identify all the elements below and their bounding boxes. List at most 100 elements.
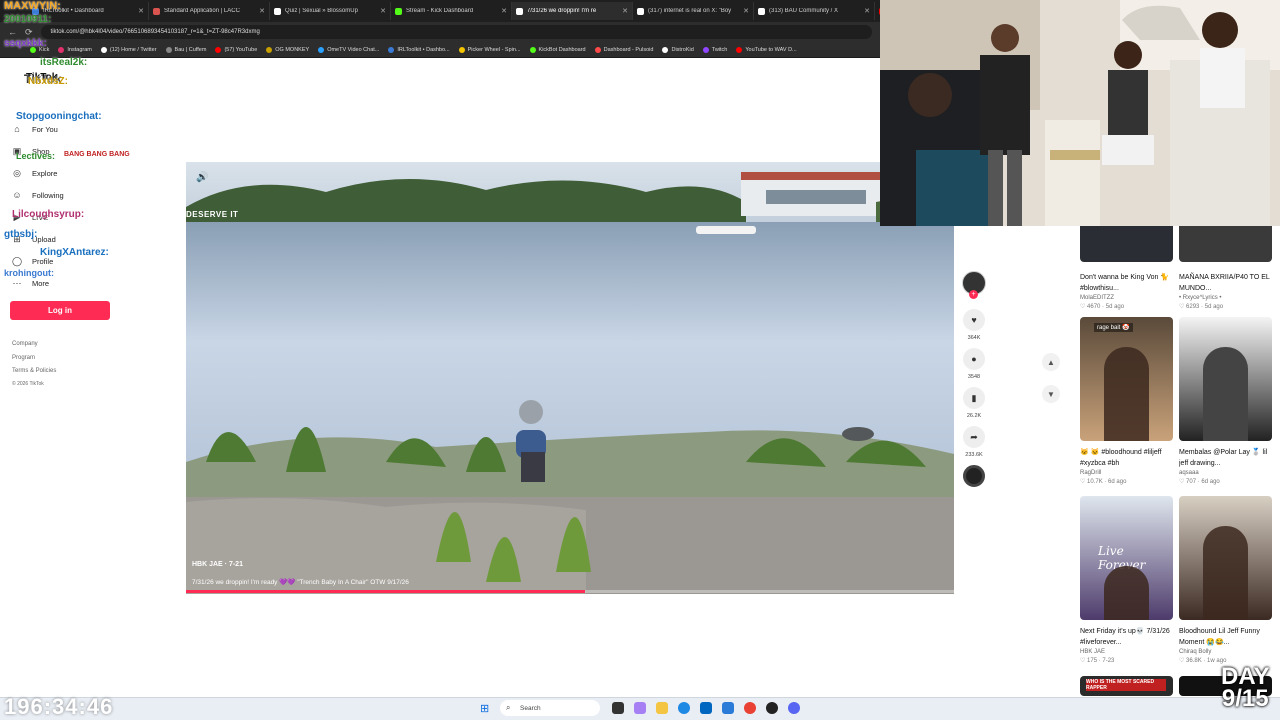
- bookmark-label: YouTube to WAV D...: [745, 46, 797, 53]
- recommended-video-card[interactable]: Live Forever Next Friday it's up💀 7/31/26…: [1080, 496, 1173, 664]
- video-card-author[interactable]: Chiraq Bolly: [1179, 649, 1272, 655]
- video-author[interactable]: HBK JAE · 7-21: [192, 561, 243, 568]
- bookmark-item[interactable]: YouTube to WAV D...: [736, 46, 797, 53]
- bookmark-label: KickBot Dashboard: [538, 46, 586, 53]
- video-card-author[interactable]: HBK JAE: [1080, 649, 1173, 655]
- windows-start-icon[interactable]: ⊞: [480, 702, 489, 715]
- bookmark-icon: [458, 46, 465, 53]
- video-progress-fill: [186, 590, 586, 593]
- bookmarks-bar: Kick Instagram (12) Home / Twitter Bau | Cu…: [0, 42, 880, 58]
- bookmark-item[interactable]: IRLToolkit • Dashbo...: [388, 46, 450, 53]
- footer-link[interactable]: Terms & Policies: [12, 368, 56, 374]
- like-action[interactable]: ♥ 364K: [963, 309, 985, 341]
- video-card-author[interactable]: MolaEDITZZ: [1080, 295, 1173, 301]
- bookmark-item[interactable]: Bau | Cuffem: [165, 46, 206, 53]
- recommended-video-card[interactable]: MAÑANA BXRIIA/P40 TO EL MUNDO... • Rxyce^…: [1179, 266, 1272, 310]
- share-icon[interactable]: ➦: [963, 426, 985, 448]
- bookmark-item[interactable]: Instagram: [58, 46, 92, 53]
- browser-tab[interactable]: Stream - Kick Dashboard ✕: [391, 2, 512, 20]
- video-card-title: MAÑANA BXRIIA/P40 TO EL MUNDO...: [1179, 274, 1270, 292]
- recommended-video-card[interactable]: Membalas @Polar Lay 🥈 lil jeff drawing..…: [1179, 317, 1272, 485]
- video-card-author[interactable]: aqsaaa: [1179, 470, 1272, 476]
- video-thumbnail[interactable]: rage bait 🤡: [1080, 317, 1173, 441]
- volume-icon[interactable]: 🔊: [196, 172, 208, 183]
- obs-icon[interactable]: [766, 702, 778, 714]
- browser-tab[interactable]: (313) BAU Community / X ✕: [754, 2, 875, 20]
- recommended-thumb-crop[interactable]: WHO IS THE MOST SCARED RAPPER: [1080, 676, 1173, 696]
- video-thumbnail[interactable]: [1179, 496, 1272, 620]
- video-overlay-text: DESERVE IT: [186, 210, 239, 219]
- sidebar-item-label: More: [32, 279, 50, 288]
- footer-link[interactable]: Program: [12, 355, 35, 361]
- recommended-video-card[interactable]: rage bait 🤡 🐱 🐱 #bloodhound #liljeff #xyz…: [1080, 317, 1173, 485]
- video-progress-bar[interactable]: [186, 590, 954, 593]
- follow-plus-icon[interactable]: +: [969, 290, 978, 299]
- address-bar[interactable]: tiktok.com/@hbk4l04/video/76651068934541…: [40, 25, 872, 39]
- browser-tab[interactable]: 7/31/26 we droppin! I'm re ✕: [512, 2, 633, 20]
- video-card-author[interactable]: RagDrill: [1080, 470, 1173, 476]
- bookmark-label: DistroKid: [671, 46, 694, 53]
- recommended-thumb-crop[interactable]: [1179, 226, 1272, 262]
- edge-icon[interactable]: [678, 702, 690, 714]
- bookmark-item[interactable]: KickBot Dashboard: [529, 46, 586, 53]
- close-icon[interactable]: ✕: [380, 7, 386, 15]
- chevron-up-icon[interactable]: ▲: [1042, 353, 1060, 371]
- heart-icon[interactable]: ♥: [963, 309, 985, 331]
- bookmark-item[interactable]: OmeTV Video Chat...: [318, 46, 379, 53]
- bookmark-item[interactable]: (57) YouTube: [215, 46, 257, 53]
- sidebar-item-explore[interactable]: ◎ Explore: [12, 168, 57, 179]
- close-icon[interactable]: ✕: [259, 7, 265, 15]
- bookmark-item[interactable]: Twitch: [702, 46, 728, 53]
- video-thumbnail[interactable]: [1179, 317, 1272, 441]
- recommended-video-card[interactable]: Bloodhound Lil Jeff Funny Moment 😭😂... Ch…: [1179, 496, 1272, 664]
- close-icon[interactable]: ✕: [864, 7, 870, 15]
- reload-icon[interactable]: ⟳: [25, 27, 33, 38]
- save-action[interactable]: ▮ 26.2K: [963, 387, 985, 419]
- chat-username: NbxdsZ:: [28, 76, 68, 87]
- bookmark-label: Twitch: [711, 46, 728, 53]
- close-icon[interactable]: ✕: [622, 7, 628, 15]
- taskview-icon[interactable]: [612, 702, 624, 714]
- close-icon[interactable]: ✕: [501, 7, 507, 15]
- video-card-title: Next Friday it's up💀 7/31/26 #liveforeve…: [1080, 628, 1170, 646]
- browser-tab[interactable]: (317) internet is real on X: "Boy ✕: [633, 2, 754, 20]
- store-icon[interactable]: [700, 702, 712, 714]
- login-button[interactable]: Log in: [10, 301, 110, 320]
- taskbar-search[interactable]: ⌕ Search: [500, 700, 600, 716]
- close-icon[interactable]: ✕: [138, 7, 144, 15]
- copilot-icon[interactable]: [634, 702, 646, 714]
- back-icon[interactable]: ←: [8, 27, 17, 37]
- tab-favicon-icon: [516, 7, 523, 15]
- footer-link[interactable]: Company: [12, 341, 38, 347]
- thumbnail-subject: [1203, 526, 1248, 620]
- comment-icon[interactable]: ●: [963, 348, 985, 370]
- discord-icon[interactable]: [788, 702, 800, 714]
- music-disc-icon[interactable]: [963, 465, 985, 487]
- browser-tab[interactable]: Quiz | Sexual » BlossomUp ✕: [270, 2, 391, 20]
- bookmark-item[interactable]: DistroKid: [662, 46, 694, 53]
- day-count: 9/15: [1221, 685, 1269, 712]
- app-icon[interactable]: [722, 702, 734, 714]
- video-thumbnail[interactable]: Live Forever: [1080, 496, 1173, 620]
- bookmark-item[interactable]: OG MONKEY: [266, 46, 309, 53]
- bookmark-icon: [318, 46, 325, 53]
- chevron-down-icon[interactable]: ▼: [1042, 385, 1060, 403]
- video-card-author[interactable]: • Rxyce^Lyrics •: [1179, 295, 1272, 301]
- sidebar-item-for-you[interactable]: ⌂ For You: [12, 124, 58, 134]
- bookmark-item[interactable]: Picker Wheel - Spin...: [458, 46, 521, 53]
- sidebar-item-more[interactable]: ⋯ More: [12, 278, 50, 289]
- bookmark-item[interactable]: Dashboard - Pulsoid: [594, 46, 653, 53]
- share-action[interactable]: ➦ 233.6K: [963, 426, 985, 458]
- comment-action[interactable]: ● 3548: [963, 348, 985, 380]
- file-explorer-icon[interactable]: [656, 702, 668, 714]
- close-icon[interactable]: ✕: [743, 7, 749, 15]
- bookmark-icon[interactable]: ▮: [963, 387, 985, 409]
- bookmark-label: (12) Home / Twitter: [109, 46, 157, 53]
- bookmark-item[interactable]: (12) Home / Twitter: [100, 46, 157, 53]
- browser-tab[interactable]: Standard Application | LACC ✕: [149, 2, 270, 20]
- sidebar-item-following[interactable]: ☺ Following: [12, 190, 63, 200]
- recommended-thumb-crop[interactable]: [1080, 226, 1173, 262]
- recommended-video-card[interactable]: Don't wanna be King Von 🐈 #blowthisu... M…: [1080, 266, 1173, 310]
- chrome-icon[interactable]: [744, 702, 756, 714]
- video-player[interactable]: [186, 162, 954, 594]
